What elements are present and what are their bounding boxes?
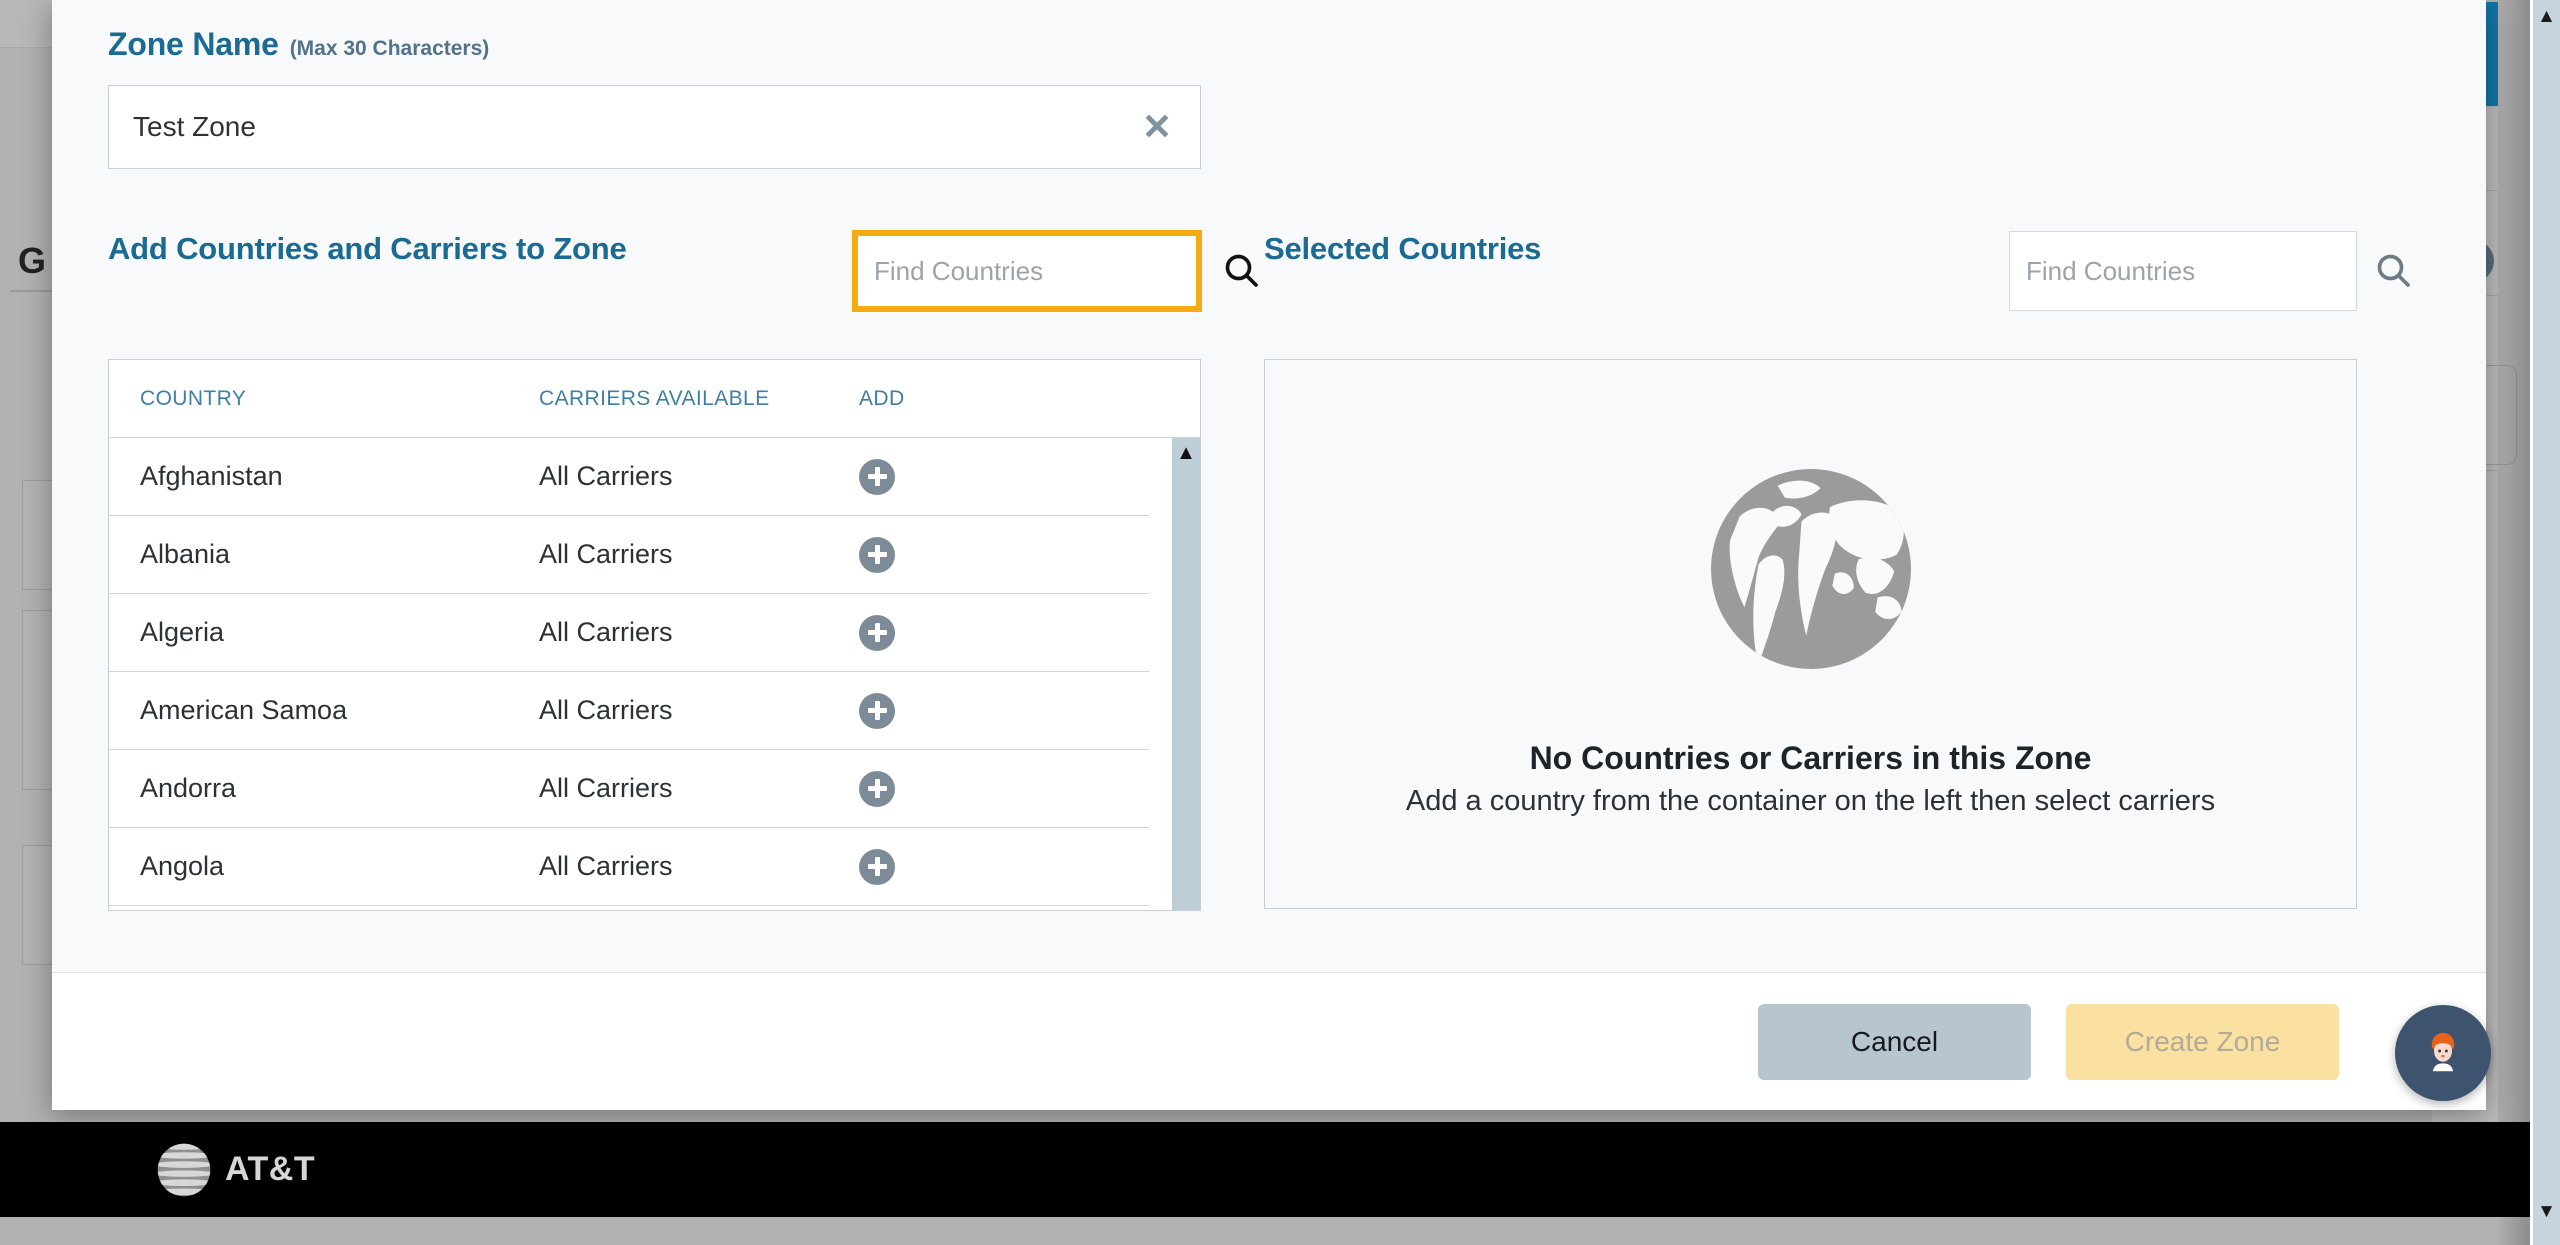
page-root: G ll (0, 0, 2560, 1245)
add-country-button[interactable] (859, 614, 895, 651)
att-logo: AT&T (155, 1141, 315, 1199)
add-country-button[interactable] (859, 770, 895, 807)
find-countries-search-left[interactable] (853, 231, 1258, 311)
support-agent-avatar-icon (2416, 1024, 2470, 1083)
search-icon (1221, 250, 1261, 293)
cell-add (859, 536, 1119, 573)
add-countries-panel: Add Countries and Carriers to Zone Find … (108, 231, 1258, 911)
find-countries-input-right[interactable] (2010, 255, 2373, 287)
cell-carriers-available: All Carriers (539, 695, 673, 725)
country-table-header: COUNTRY CARRIERS AVAILABLE ADD (109, 360, 1200, 438)
table-row: American Samoa All Carriers (109, 672, 1149, 750)
table-row: Afghanistan All Carriers (109, 438, 1149, 516)
add-country-button[interactable] (859, 536, 895, 573)
globe-icon (1692, 450, 1930, 688)
cell-carriers-available: All Carriers (539, 461, 673, 491)
cell-country: Algeria (140, 617, 225, 647)
chevron-up-icon[interactable]: ▲ (2533, 2, 2560, 30)
find-countries-input-left[interactable] (858, 255, 1221, 287)
selected-countries-empty-state: No Countries or Carriers in this Zone Ad… (1264, 359, 2357, 909)
selected-countries-panel: Selected Countries Find Countries No Cou… (1264, 231, 2410, 911)
add-country-button[interactable] (859, 692, 895, 729)
zone-panels: Add Countries and Carriers to Zone Find … (108, 231, 2430, 911)
cell-add (859, 848, 1119, 885)
cell-carriers-available: All Carriers (539, 617, 673, 647)
site-footer: AT&T (0, 1122, 2530, 1217)
cell-country: Albania (140, 539, 231, 569)
column-header-add: ADD (859, 386, 905, 410)
cell-country: Andorra (140, 773, 237, 803)
country-table: COUNTRY CARRIERS AVAILABLE ADD Afghanist… (108, 359, 1201, 911)
country-rows: Afghanistan All Carriers Albania All Carrie… (109, 438, 1149, 910)
att-globe-logo (155, 1141, 213, 1199)
chevron-down-icon[interactable]: ▼ (2533, 1197, 2560, 1225)
country-table-body: Afghanistan All Carriers Albania All Carrie… (109, 438, 1200, 910)
column-header-country: COUNTRY (140, 386, 247, 410)
att-brand-text: AT&T (225, 1150, 316, 1188)
modal-footer: Cancel Create Zone (52, 972, 2486, 1110)
table-row: AnguillaAll Carriers (109, 906, 1149, 910)
search-icon (2373, 250, 2413, 293)
empty-state-title: No Countries or Carriers in this Zone (1529, 740, 2092, 776)
add-countries-title: Add Countries and Carriers to Zone (108, 231, 627, 266)
selected-countries-title: Selected Countries (1264, 231, 1542, 266)
zone-name-title: Zone Name (108, 26, 279, 62)
cell-carriers-available: All Carriers (539, 851, 673, 881)
create-zone-button[interactable]: Create Zone (2066, 1003, 2339, 1080)
add-countries-header: Add Countries and Carriers to Zone (108, 231, 1258, 359)
modal-body: Zone Name (Max 30 Characters) Test Zone … (52, 0, 2486, 972)
add-country-button[interactable] (859, 458, 895, 495)
modal-edge-shadow (2496, 0, 2530, 1245)
table-row: Algeria All Carriers (109, 594, 1149, 672)
cell-add (859, 692, 1119, 729)
browser-scrollbar[interactable]: ▲ ▼ (2530, 0, 2560, 1245)
browser-scrollbar-track[interactable] (2533, 0, 2560, 1245)
create-zone-modal: Zone Name (Max 30 Characters) Test Zone … (52, 0, 2486, 1110)
table-row: Andorra All Carriers (109, 750, 1149, 828)
support-chat-button[interactable] (2395, 1005, 2491, 1101)
clear-zone-name-button[interactable] (1114, 86, 1200, 168)
cell-country: Angola (140, 851, 225, 881)
cancel-button[interactable]: Cancel (1758, 1003, 2031, 1080)
empty-state-subtitle: Add a country from the container on the … (1405, 785, 2216, 817)
table-row: Albania All Carriers (109, 516, 1149, 594)
cell-carriers-available: All Carriers (539, 773, 673, 803)
country-list-scrollbar[interactable]: ▲ (1172, 438, 1200, 910)
close-x-icon (1139, 108, 1175, 147)
column-header-carriers: CARRIERS AVAILABLE (539, 386, 770, 410)
zone-name-input[interactable] (109, 111, 1114, 143)
background-partial-heading: G (18, 240, 47, 281)
search-button-right[interactable] (2373, 232, 2413, 310)
search-button-left[interactable] (1221, 236, 1261, 306)
selected-countries-header: Selected Countries (1264, 231, 2410, 359)
find-countries-search-right[interactable] (2009, 231, 2410, 311)
zone-name-header: Zone Name (Max 30 Characters) (108, 26, 2430, 63)
zone-name-field[interactable] (108, 85, 1201, 169)
cell-carriers-available: All Carriers (539, 539, 673, 569)
table-row: Angola All Carriers (109, 828, 1149, 906)
chevron-up-icon[interactable]: ▲ (1172, 438, 1200, 468)
footer-gray-strip (0, 1217, 2530, 1245)
add-country-button[interactable] (859, 848, 895, 885)
cell-add (859, 458, 1119, 495)
cell-add (859, 770, 1119, 807)
cell-add (859, 614, 1119, 651)
cell-country: Afghanistan (140, 461, 283, 491)
zone-name-hint: (Max 30 Characters) (289, 37, 490, 60)
cell-country: American Samoa (140, 695, 348, 725)
